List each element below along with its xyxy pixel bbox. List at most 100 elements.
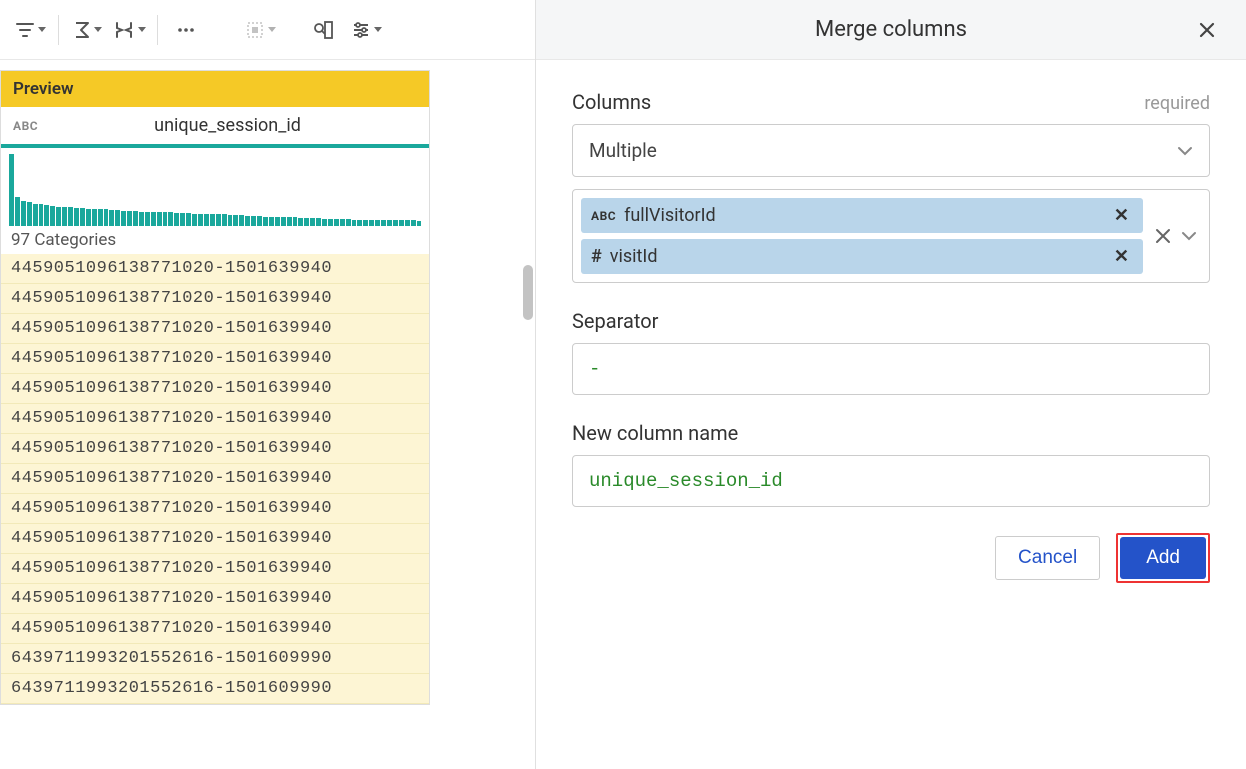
filter-button[interactable]: [10, 10, 50, 50]
histogram-bar: [198, 214, 203, 226]
histogram-bar: [80, 208, 85, 226]
column-chip[interactable]: ABCfullVisitorId✕: [581, 198, 1143, 233]
merge-columns-panel: Merge columns Columns required Multiple …: [536, 0, 1246, 769]
table-row[interactable]: 4459051096138771020-1501639940: [1, 494, 429, 524]
histogram-bar: [133, 211, 138, 226]
table-row[interactable]: 4459051096138771020-1501639940: [1, 404, 429, 434]
histogram-bar: [257, 216, 262, 226]
histogram-bar: [9, 154, 14, 226]
histogram-bar: [233, 215, 238, 226]
histogram-bar: [275, 217, 280, 226]
histogram-bar: [393, 220, 398, 226]
panel-title: Merge columns: [815, 17, 967, 42]
close-button[interactable]: [1192, 15, 1222, 45]
histogram-bar: [127, 211, 132, 226]
table-row[interactable]: 4459051096138771020-1501639940: [1, 284, 429, 314]
histogram-bar: [322, 219, 327, 226]
histogram-bar: [39, 204, 44, 226]
histogram-bar: [98, 209, 103, 226]
histogram-bar: [50, 206, 55, 226]
more-actions-button[interactable]: [166, 10, 206, 50]
table-row[interactable]: 4459051096138771020-1501639940: [1, 374, 429, 404]
histogram-bar: [204, 214, 209, 226]
panel-body: Columns required Multiple ABCfullVisitor…: [536, 60, 1246, 769]
histogram-bar: [334, 219, 339, 226]
scrollbar-thumb[interactable]: [523, 265, 533, 320]
column-header[interactable]: ABC unique_session_id: [1, 107, 429, 148]
chevron-down-icon[interactable]: [1181, 231, 1197, 241]
histogram-bar: [387, 220, 392, 226]
preview-column: Preview ABC unique_session_id 97 Categor…: [0, 70, 430, 705]
histogram-bar: [56, 207, 61, 226]
histogram-bar: [216, 214, 221, 226]
table-row[interactable]: 4459051096138771020-1501639940: [1, 464, 429, 494]
histogram-bar: [239, 215, 244, 226]
histogram-bar: [44, 205, 49, 226]
histogram-bar: [74, 208, 79, 226]
histogram-bar: [281, 217, 286, 226]
preview-panel: Preview ABC unique_session_id 97 Categor…: [0, 0, 536, 769]
table-row[interactable]: 6439711993201552616-1501609990: [1, 644, 429, 674]
chevron-down-icon: [1177, 146, 1193, 156]
histogram-bar: [33, 204, 38, 226]
add-button[interactable]: Add: [1120, 537, 1206, 579]
merge-columns-button[interactable]: [109, 10, 149, 50]
table-row[interactable]: 4459051096138771020-1501639940: [1, 524, 429, 554]
histogram-bar: [15, 197, 20, 226]
table-row[interactable]: 4459051096138771020-1501639940: [1, 584, 429, 614]
histogram-bar: [304, 218, 309, 226]
table-row[interactable]: 4459051096138771020-1501639940: [1, 344, 429, 374]
histogram-bar: [180, 213, 185, 226]
column-chip[interactable]: #visitId✕: [581, 239, 1143, 274]
separator-field-label: Separator: [572, 309, 1210, 333]
histogram-bar: [174, 213, 179, 226]
columns-field-label: Columns: [572, 90, 651, 114]
table-row[interactable]: 4459051096138771020-1501639940: [1, 614, 429, 644]
dialog-actions: Cancel Add: [572, 533, 1210, 583]
histogram-bar: [228, 215, 233, 226]
select-value: Multiple: [589, 139, 657, 162]
histogram-bar: [369, 220, 374, 226]
table-row[interactable]: 4459051096138771020-1501639940: [1, 254, 429, 284]
find-column-button[interactable]: [304, 10, 344, 50]
settings-sliders-button[interactable]: [346, 10, 386, 50]
columns-mode-select[interactable]: Multiple: [572, 124, 1210, 177]
clear-all-button[interactable]: [1151, 228, 1175, 244]
chip-remove-button[interactable]: ✕: [1110, 246, 1133, 267]
panel-header: Merge columns: [536, 0, 1246, 60]
histogram-bar: [86, 209, 91, 226]
table-row[interactable]: 4459051096138771020-1501639940: [1, 554, 429, 584]
histogram-bar: [316, 218, 321, 226]
table-row[interactable]: 6439711993201552616-1501609990: [1, 674, 429, 704]
separator-input[interactable]: [572, 343, 1210, 395]
chip-remove-button[interactable]: ✕: [1110, 205, 1133, 226]
histogram-chart: [1, 148, 429, 228]
table-row[interactable]: 4459051096138771020-1501639940: [1, 434, 429, 464]
preview-header: Preview: [1, 71, 429, 107]
aggregate-button[interactable]: [67, 10, 107, 50]
histogram-bar: [104, 209, 109, 226]
new-column-name-input[interactable]: [572, 455, 1210, 507]
toolbar: [0, 0, 535, 60]
histogram-bar: [163, 212, 168, 226]
dropdown-caret-icon: [94, 27, 102, 32]
table-row[interactable]: 4459051096138771020-1501639940: [1, 314, 429, 344]
histogram-bar: [405, 220, 410, 226]
selected-columns-box[interactable]: ABCfullVisitorId✕ #visitId✕: [572, 189, 1210, 283]
histogram-bar: [310, 218, 315, 226]
select-region-button[interactable]: [240, 10, 280, 50]
text-type-icon: ABC: [591, 209, 616, 223]
cancel-button[interactable]: Cancel: [995, 536, 1100, 580]
dropdown-caret-icon: [374, 27, 382, 32]
toolbar-separator: [58, 15, 59, 45]
histogram-bar: [357, 220, 362, 226]
histogram-bar: [399, 220, 404, 226]
histogram-bar: [363, 220, 368, 226]
histogram-bar: [168, 212, 173, 226]
preview-rows: 4459051096138771020-15016399404459051096…: [1, 254, 429, 704]
histogram-bar: [293, 217, 298, 226]
histogram-bar: [21, 201, 26, 226]
histogram-bar: [251, 216, 256, 226]
histogram-bar: [340, 219, 345, 226]
histogram-bar: [151, 212, 156, 226]
